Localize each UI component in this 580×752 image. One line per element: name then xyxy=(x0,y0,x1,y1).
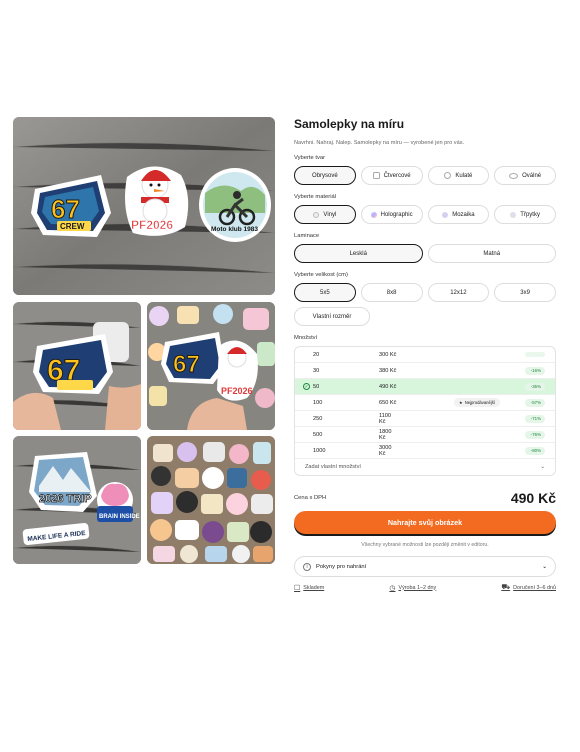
price-row: Cena s DPH 490 Kč xyxy=(294,490,556,506)
lamination-option-matte[interactable]: Matná xyxy=(427,244,556,263)
delivery-info[interactable]: ⛟ Doručení 3–6 dnů xyxy=(501,583,556,592)
shape-label: Vyberte tvar xyxy=(294,155,326,161)
discount-badge: -80% xyxy=(525,446,545,455)
product-thumbnail-4[interactable] xyxy=(147,436,275,564)
product-thumbnail-3[interactable]: 2026 TRIP BRAIN INSIDE MAKE LIFE A RIDE xyxy=(13,436,141,564)
quantity-row[interactable]: 100 650 Kč ★ Nejprodávanější -57% xyxy=(295,395,555,411)
sticker-pile-hand-illustration: 67 PF2026 xyxy=(147,302,275,430)
truck-icon: ⛟ xyxy=(501,584,511,591)
size-custom-button[interactable]: Vlastní rozměr xyxy=(294,307,370,326)
material-options: Vinyl Holographic Mozaika Třpytky xyxy=(294,205,556,224)
mosaic-swatch-icon xyxy=(442,211,449,218)
thumb2-pf-text: PF2026 xyxy=(221,386,253,396)
production-info[interactable]: ◷ Výroba 1–2 dny xyxy=(389,583,436,592)
quantity-row[interactable]: 500 1800 Kč -76% xyxy=(295,427,555,443)
custom-quantity-dropdown[interactable]: Zadat vlastní množství ⌄ xyxy=(295,459,555,475)
material-option-glitter[interactable]: Třpytky xyxy=(494,205,556,224)
discount-badge: -76% xyxy=(525,430,545,439)
thumb2-67-text: 67 xyxy=(173,351,200,378)
size-option-3x9[interactable]: 3x9 xyxy=(494,283,556,302)
product-subtitle: Navrhni. Nahraj. Nalep. Samolepky na mír… xyxy=(294,140,465,146)
material-option-holographic[interactable]: Holographic xyxy=(360,205,423,224)
quantity-row-selected[interactable]: ✓ 50 490 Kč -35% xyxy=(295,379,555,395)
size-option-5x5[interactable]: 5x5 xyxy=(294,283,356,302)
size-options: 5x5 8x8 12x12 3x9 xyxy=(294,283,556,302)
shipping-info: ☐ Skladem ◷ Výroba 1–2 dny ⛟ Doručení 3–6 d… xyxy=(294,583,556,592)
price-value: 490 Kč xyxy=(510,490,556,506)
sticker-scene-illustration: 67 CREW PF2026 Moto klub 1983 xyxy=(13,117,275,295)
shape-options: Obrysové Čtvercové Kulaté Oválné xyxy=(294,166,556,185)
sticker-crew-text: CREW xyxy=(60,222,85,231)
chevron-down-icon: ⌄ xyxy=(540,464,545,470)
box-icon: ☐ xyxy=(294,584,301,592)
quantity-row[interactable]: 1000 3000 Kč -80% xyxy=(295,443,555,459)
star-icon: ★ xyxy=(459,400,463,405)
sticker-moto-text: Moto klub 1983 xyxy=(211,226,258,233)
sticker-pf-text: PF2026 xyxy=(131,218,173,232)
discount-badge: -35% xyxy=(525,382,545,391)
upload-instructions-accordion[interactable]: i Pokyny pro nahrání ⌄ xyxy=(294,556,556,577)
shape-option-square[interactable]: Čtvercové xyxy=(360,166,423,185)
shape-option-oval[interactable]: Oválné xyxy=(494,166,556,185)
lamination-option-glossy[interactable]: Lesklá xyxy=(294,244,423,263)
check-icon: ✓ xyxy=(303,383,310,390)
holographic-swatch-icon xyxy=(370,211,377,218)
circle-icon xyxy=(444,172,452,179)
discount-badge: -71% xyxy=(525,414,545,423)
bestseller-badge: ★ Nejprodávanější xyxy=(454,398,501,407)
quantity-label: Množství xyxy=(294,335,318,341)
stock-info[interactable]: ☐ Skladem xyxy=(294,583,324,592)
editor-note: Všechny vybrané možnosti lze později změ… xyxy=(361,542,489,548)
info-icon: i xyxy=(303,562,311,571)
lamination-label: Laminace xyxy=(294,233,320,239)
sticker-brain-text: BRAIN INSIDE xyxy=(99,514,140,520)
size-option-12x12[interactable]: 12x12 xyxy=(427,283,490,302)
product-configurator: Samolepky na míru Navrhni. Nahraj. Nalep… xyxy=(294,117,556,592)
oval-icon xyxy=(509,172,519,179)
price-label: Cena s DPH xyxy=(294,495,327,501)
clock-icon: ◷ xyxy=(389,584,396,592)
size-label: Vyberte velikost (cm) xyxy=(294,272,348,278)
chevron-down-icon: ⌄ xyxy=(542,563,547,570)
quantity-table: 20 300 Kč 30 380 Kč -16% ✓ 50 490 Kč -35… xyxy=(294,346,556,476)
quantity-row[interactable]: 20 300 Kč xyxy=(295,347,555,363)
shape-option-round[interactable]: Kulaté xyxy=(427,166,490,185)
sticker-trip-text: 2026 TRIP xyxy=(39,493,92,505)
discount-badge: -57% xyxy=(525,398,545,407)
many-stickers-illustration xyxy=(147,436,275,564)
main-product-photo[interactable]: 67 CREW PF2026 Moto klub 1983 xyxy=(13,117,275,295)
upload-image-button[interactable]: Nahrajte svůj obrázek xyxy=(294,511,556,534)
product-thumbnail-2[interactable]: 67 PF2026 xyxy=(147,302,275,430)
product-thumbnail-1[interactable]: 67 xyxy=(13,302,141,430)
trip-stickers-illustration: 2026 TRIP BRAIN INSIDE MAKE LIFE A RIDE xyxy=(13,436,141,564)
size-custom-row: Vlastní rozměr xyxy=(294,307,556,326)
size-option-8x8[interactable]: 8x8 xyxy=(360,283,423,302)
material-option-vinyl[interactable]: Vinyl xyxy=(294,205,356,224)
sticker-67-text: 67 xyxy=(51,194,80,224)
material-option-mosaic[interactable]: Mozaika xyxy=(427,205,490,224)
vinyl-swatch-icon xyxy=(313,211,320,218)
discount-badge xyxy=(525,352,545,357)
shape-option-contour[interactable]: Obrysové xyxy=(294,166,356,185)
product-title: Samolepky na míru xyxy=(294,117,405,131)
lamination-options: Lesklá Matná xyxy=(294,244,556,263)
square-icon xyxy=(372,172,380,179)
discount-badge: -16% xyxy=(525,366,545,375)
quantity-row[interactable]: 250 1100 Kč -71% xyxy=(295,411,555,427)
quantity-row[interactable]: 30 380 Kč -16% xyxy=(295,363,555,379)
hand-holding-sticker-illustration: 67 xyxy=(13,302,141,430)
material-label: Vyberte materiál xyxy=(294,194,336,200)
glitter-swatch-icon xyxy=(510,211,517,218)
